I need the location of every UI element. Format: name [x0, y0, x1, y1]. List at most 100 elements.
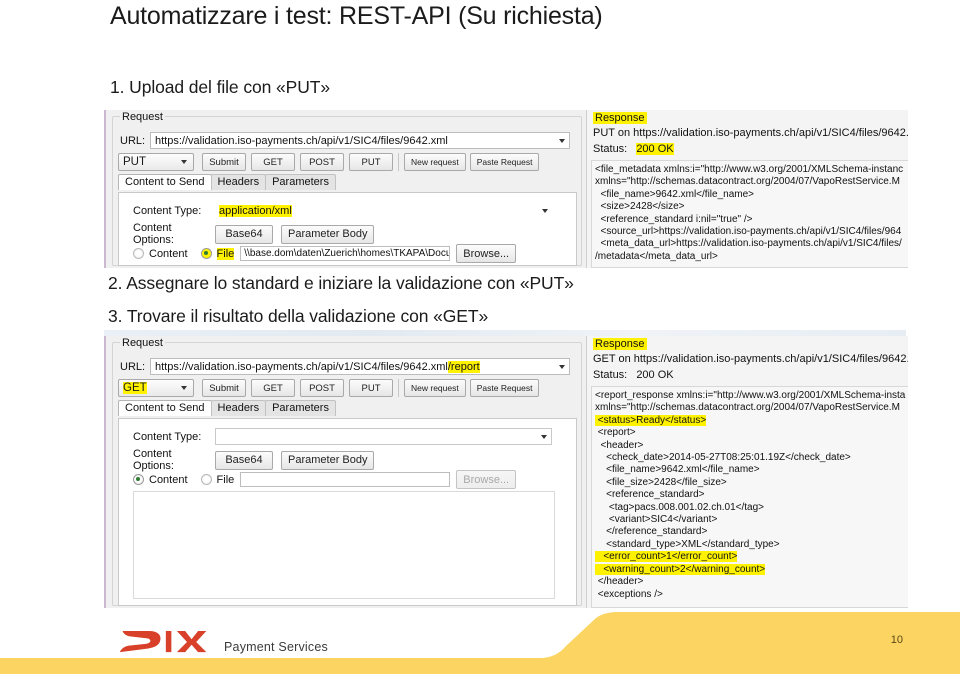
response-xml-line: <check_date>2014-05-27T08:25:01.19Z</che…	[595, 452, 851, 464]
url-row: URL: https://validation.iso-payments.ch/…	[120, 358, 575, 375]
response-xml-line: <report_response xmlns:i="http://www.w3.…	[595, 390, 906, 401]
response-xml-line: <standard_type>XML</standard_type>	[595, 538, 780, 550]
response-xml-line: <reference_standard i:nil="true" />	[595, 213, 753, 225]
content-source-row: Content File \\base.dom\daten\Zuerich\ho…	[133, 244, 517, 263]
content-type-label: Content Type:	[133, 430, 202, 443]
method-toolbar: GET Submit GET POST PUT New request Past…	[118, 379, 540, 397]
paste-request-button[interactable]: Paste Request	[469, 153, 540, 171]
content-to-send-panel: Content Type: Content Options: Base64 Pa…	[118, 418, 577, 606]
step-3-text: 3. Trovare il risultato della validazion…	[108, 306, 489, 326]
chevron-down-icon[interactable]	[181, 386, 187, 390]
content-options-row: Content Options: Base64 Parameter Body	[133, 222, 375, 246]
base64-button[interactable]: Base64	[215, 450, 273, 470]
status-label: Status:	[593, 143, 628, 155]
new-request-button[interactable]: New request	[404, 153, 466, 171]
file-path-input[interactable]	[240, 472, 451, 487]
get-button[interactable]: GET	[251, 153, 295, 171]
response-body[interactable]: <report_response xmlns:i="http://www.w3.…	[591, 386, 908, 608]
file-radio-label: File	[216, 473, 235, 486]
response-xml-line: <header>	[595, 439, 644, 451]
submit-button[interactable]: Submit	[202, 153, 246, 171]
six-logo-icon	[119, 630, 207, 653]
url-label: URL:	[120, 134, 146, 147]
file-radio[interactable]	[200, 474, 212, 485]
put-button[interactable]: PUT	[349, 379, 393, 397]
http-method-select[interactable]: GET	[118, 379, 194, 397]
content-options-label: Content Options:	[133, 222, 174, 246]
post-button[interactable]: POST	[300, 153, 344, 171]
screenshot-get-report: Request URL: https://validation.iso-paym…	[104, 336, 908, 608]
url-input[interactable]: https://validation.iso-payments.ch/api/v…	[150, 358, 570, 375]
status-badge: 200 OK	[636, 143, 674, 155]
response-body[interactable]: <file_metadata xmlns:i="http://www.w3.or…	[591, 160, 908, 268]
page-number: 10	[890, 634, 903, 646]
file-radio-label: File	[216, 247, 235, 260]
chevron-down-icon[interactable]	[542, 208, 548, 213]
response-status-row: Status: 200 OK	[593, 143, 674, 155]
chevron-down-icon[interactable]	[181, 160, 187, 164]
response-status-row: Status: 200 OK	[593, 369, 674, 381]
get-button[interactable]: GET	[251, 379, 295, 397]
content-type-select[interactable]: application/xml	[215, 202, 552, 219]
content-body-textarea[interactable]	[133, 491, 555, 599]
paste-request-button[interactable]: Paste Request	[469, 379, 540, 397]
step-2-text: 2. Assegnare lo standard e iniziare la v…	[108, 273, 574, 293]
response-xml-line: <error_count>1</error_count>	[595, 551, 738, 563]
browse-button[interactable]: Browse...	[456, 244, 517, 263]
tab-parameters[interactable]: Parameters	[265, 400, 336, 416]
http-method-select[interactable]: PUT	[118, 153, 194, 171]
toolbar-divider	[398, 379, 399, 397]
request-tabs: Content to Send Headers Parameters	[118, 400, 336, 416]
content-radio[interactable]	[133, 474, 144, 485]
put-request-pane: Request URL: https://validation.iso-paym…	[106, 110, 587, 268]
response-group-label: Response	[593, 338, 647, 350]
response-group-label: Response	[593, 112, 647, 124]
content-radio-label: Content	[149, 473, 188, 486]
response-xml-line: <source_url>https://validation.iso-payme…	[595, 226, 902, 238]
response-xml-line: </header>	[595, 576, 644, 588]
submit-button[interactable]: Submit	[202, 379, 246, 397]
content-type-label: Content Type:	[133, 204, 202, 217]
response-xml-line: <warning_count>2</warning_count>	[595, 563, 766, 575]
tab-content-to-send[interactable]: Content to Send	[118, 400, 212, 416]
put-button[interactable]: PUT	[349, 153, 393, 171]
request-tabs: Content to Send Headers Parameters	[118, 174, 336, 190]
new-request-button[interactable]: New request	[404, 379, 466, 397]
brand-subtitle: Payment Services	[224, 640, 328, 654]
response-xml-line: xmlns="http://schemas.datacontract.org/2…	[595, 402, 900, 414]
url-input-value-report: /report	[447, 360, 480, 373]
tab-content-to-send[interactable]: Content to Send	[118, 174, 212, 190]
parameter-body-button[interactable]: Parameter Body	[281, 224, 375, 244]
response-xml-line: <meta_data_url>https://validation.iso-pa…	[595, 238, 902, 250]
tab-headers[interactable]: Headers	[210, 174, 267, 190]
response-xml-line: <file_name>9642.xml</file_name>	[595, 188, 754, 200]
http-method-value: GET	[123, 382, 147, 394]
request-group-label: Request	[120, 111, 165, 123]
content-radio[interactable]	[133, 248, 144, 259]
http-method-value: PUT	[123, 156, 146, 168]
chevron-down-icon[interactable]	[541, 434, 547, 439]
screenshot-put-request: Request URL: https://validation.iso-paym…	[104, 110, 908, 268]
file-path-input[interactable]: \\base.dom\daten\Zuerich\homes\TKAPA\Doc…	[240, 246, 451, 261]
response-xml-line: /metadata</meta_data_url>	[595, 250, 718, 262]
url-input[interactable]: https://validation.iso-payments.ch/api/v…	[150, 132, 570, 149]
slide-footer: Payment Services 10	[0, 608, 960, 674]
tab-parameters[interactable]: Parameters	[265, 174, 336, 190]
post-button[interactable]: POST	[300, 379, 344, 397]
chevron-down-icon[interactable]	[559, 138, 565, 143]
chevron-down-icon[interactable]	[559, 364, 565, 369]
response-xml-line: <file_metadata xmlns:i="http://www.w3.or…	[595, 164, 904, 175]
toolbar-divider	[398, 153, 399, 171]
parameter-body-button[interactable]: Parameter Body	[281, 450, 375, 470]
url-row: URL: https://validation.iso-payments.ch/…	[120, 132, 575, 149]
content-to-send-panel: Content Type: application/xml Content Op…	[118, 192, 577, 266]
content-options-label: Content Options:	[133, 448, 174, 472]
method-toolbar: PUT Submit GET POST PUT New request Past…	[118, 153, 540, 171]
response-xml-line: <file_name>9642.xml</file_name>	[595, 464, 760, 476]
url-label: URL:	[120, 360, 146, 373]
content-type-select[interactable]	[215, 428, 552, 445]
base64-button[interactable]: Base64	[215, 224, 273, 244]
file-radio[interactable]	[200, 248, 212, 259]
response-xml-line: <status>Ready</status>	[595, 414, 707, 426]
tab-headers[interactable]: Headers	[210, 400, 267, 416]
